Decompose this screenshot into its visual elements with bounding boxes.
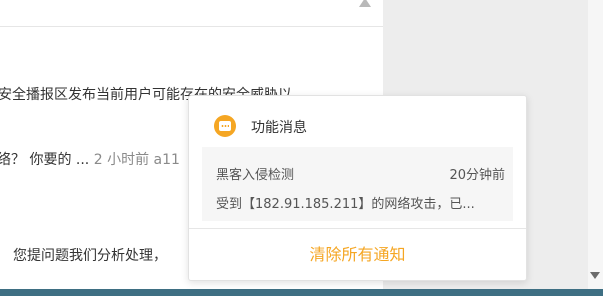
scroll-up-icon[interactable]: [359, 0, 371, 7]
notification-title: 黑客入侵检测: [216, 168, 295, 183]
bottom-bar: [0, 289, 603, 296]
scrollbar[interactable]: [588, 0, 603, 289]
scroll-down-icon[interactable]: [590, 272, 600, 279]
notification-body: 受到【182.91.185.211】的网络攻击，已...: [216, 197, 475, 212]
popup-header: 功能消息: [189, 96, 526, 142]
help-text: 您提问题我们分析处理，: [13, 248, 167, 264]
notification-item[interactable]: 黑客入侵检测 20分钟前 受到【182.91.185.211】的网络攻击，已..…: [202, 147, 513, 221]
message-icon: [214, 115, 236, 137]
notification-time: 20分钟前: [449, 168, 505, 183]
question-snippet[interactable]: 络？ 你要的 ... 2 小时前 a11: [0, 149, 180, 169]
clear-all-notifications-button[interactable]: 清除所有通知: [189, 229, 526, 280]
notification-popup: 功能消息 黑客入侵检测 20分钟前 受到【182.91.185.211】的网络攻…: [188, 95, 527, 281]
question-text: 络？ 你要的 ...: [0, 152, 90, 168]
divider: [0, 26, 383, 27]
popup-title: 功能消息: [251, 120, 307, 136]
question-meta: 2 小时前 a11: [93, 152, 180, 168]
